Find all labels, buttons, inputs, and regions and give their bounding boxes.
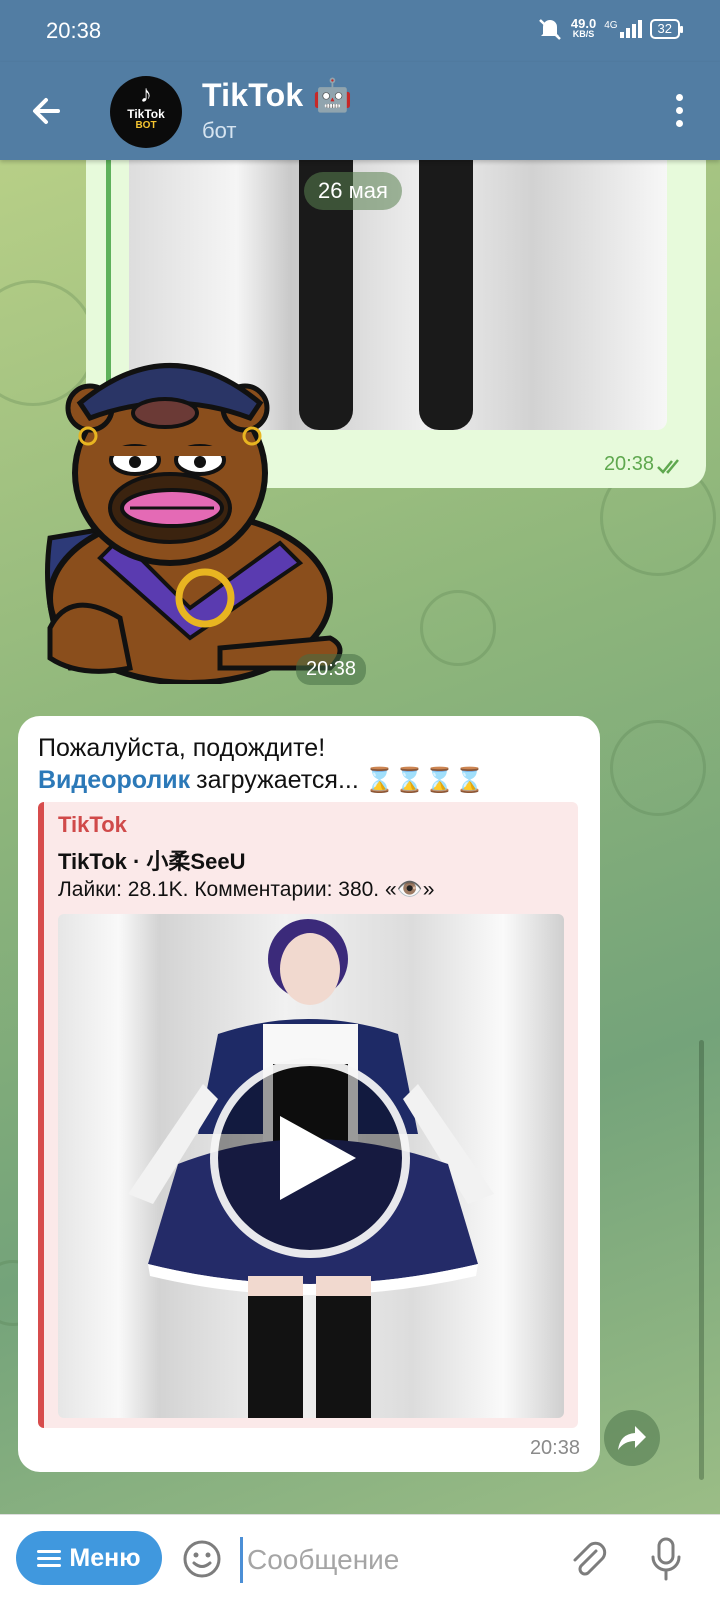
network-speed-unit: KB/S — [572, 29, 595, 39]
tiktok-logo-icon: ♪ — [140, 81, 152, 108]
hourglass-icon: ⌛⌛⌛⌛ — [364, 767, 485, 794]
status-bar: 20:38 49.0 KB/S 4G 32 — [0, 0, 720, 62]
battery-icon: 32 — [649, 19, 684, 39]
back-arrow-icon[interactable] — [24, 88, 70, 134]
chat-title[interactable]: TikTok 🤖 — [202, 76, 353, 114]
network-type: 4G — [604, 20, 618, 31]
play-button[interactable] — [210, 1058, 410, 1258]
chat-subtitle: бот — [202, 118, 237, 143]
date-separator: 26 мая — [304, 172, 402, 210]
paperclip-icon[interactable] — [566, 1537, 610, 1581]
system-icons: 49.0 KB/S 4G 32 — [537, 17, 684, 40]
link-preview[interactable]: TikTok TikTok · 小柔SeeU Лайки: 28.1K. Ком… — [38, 802, 578, 1428]
status-time: 20:38 — [46, 18, 102, 43]
incoming-message-time: 20:38 — [529, 1437, 580, 1459]
scrollbar[interactable] — [699, 1040, 704, 1480]
preview-title: TikTok · 小柔SeeU — [58, 849, 246, 874]
signal-icon: 4G — [604, 20, 642, 38]
outgoing-message-time: 20:38 — [603, 453, 654, 475]
bear-police-sticker[interactable] — [30, 348, 360, 684]
bot-avatar[interactable]: ♪ TikTok BOT — [110, 76, 182, 148]
chat-header: ♪ TikTok BOT TikTok 🤖 бот — [0, 62, 720, 160]
preview-site-name: TikTok — [58, 812, 127, 837]
more-options-icon[interactable] — [672, 90, 686, 134]
preview-description: Лайки: 28.1K. Комментарии: 380. «👁️» — [58, 878, 435, 901]
chat-history[interactable]: 20:38 26 мая 20:38 Пожалуйста, подождите… — [0, 160, 720, 1514]
loading-text: загружается... — [196, 766, 359, 794]
message-text-line2: Видеоролик загружается... ⌛⌛⌛⌛ — [38, 766, 484, 795]
video-thumbnail[interactable] — [58, 914, 564, 1418]
mute-vibrate-icon — [539, 19, 561, 40]
incoming-message[interactable]: Пожалуйста, подождите! Видеоролик загруж… — [18, 716, 600, 1472]
avatar-brand-text: TikTok — [127, 107, 165, 121]
play-icon — [280, 1116, 356, 1200]
message-input-bar: Меню — [0, 1514, 720, 1601]
sticker-time: 20:38 — [296, 654, 367, 685]
avatar-badge-text: BOT — [135, 120, 157, 131]
hamburger-icon — [37, 1546, 62, 1571]
message-input[interactable] — [240, 1537, 559, 1583]
bot-menu-button[interactable]: Меню — [16, 1531, 162, 1585]
video-link[interactable]: Видеоролик — [38, 766, 190, 795]
emoji-icon[interactable] — [182, 1539, 222, 1579]
forward-button[interactable] — [604, 1410, 660, 1466]
share-arrow-icon — [618, 1426, 646, 1450]
message-text-line1: Пожалуйста, подождите! — [38, 734, 326, 762]
microphone-icon[interactable] — [646, 1535, 686, 1583]
double-check-icon — [657, 459, 679, 474]
menu-button-label: Меню — [69, 1543, 141, 1572]
network-speed: 49.0 KB/S — [571, 17, 596, 40]
